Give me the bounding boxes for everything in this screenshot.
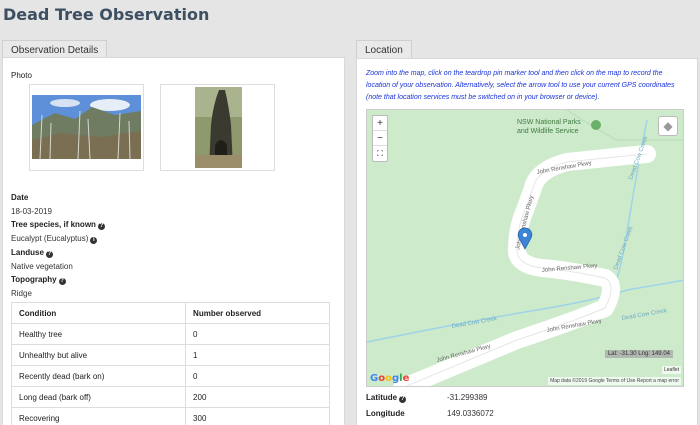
topography-label: Topography? (11, 275, 66, 285)
condition-cell: Recovering (10, 407, 187, 425)
latitude-label: Latitude? (366, 393, 407, 403)
count-cell: 200 (185, 386, 330, 408)
zoom-control: + − ⛶ (372, 115, 388, 162)
table-row: Recovering 300 (10, 407, 330, 425)
location-instructions: Zoom into the map, click on the teardrop… (366, 70, 675, 101)
zoom-in-button[interactable]: + (373, 116, 387, 131)
column-header: Condition (10, 302, 187, 324)
photo-label: Photo (11, 71, 32, 80)
help-icon[interactable]: ? (58, 278, 66, 285)
layers-icon[interactable]: ◆ (658, 116, 678, 136)
leaflet-attribution[interactable]: Leaflet (661, 366, 681, 374)
creek-label: Dead Cow Creek (621, 308, 668, 322)
count-cell: 0 (185, 365, 330, 387)
tree-trunk-photo (161, 85, 274, 170)
longitude-value: 149.0336072 (447, 409, 494, 418)
condition-cell: Healthy tree (10, 323, 187, 345)
tab-location[interactable]: Location (356, 40, 412, 59)
count-cell: 300 (185, 407, 330, 425)
condition-cell: Long dead (bark off) (10, 386, 187, 408)
zoom-out-button[interactable]: − (373, 131, 387, 146)
longitude-label: Longitude (366, 409, 405, 418)
table-row: Recently dead (bark on) 0 (10, 365, 330, 387)
landscape-photo (30, 85, 143, 170)
condition-cell: Recently dead (bark on) (10, 365, 187, 387)
condition-cell: Unhealthy but alive (10, 344, 187, 366)
help-icon[interactable]: ? (399, 396, 407, 403)
observation-table: Condition Number observed Healthy tree 0… (10, 302, 330, 425)
latitude-value: -31.299389 (447, 393, 488, 402)
column-header: Number observed (185, 302, 330, 324)
landuse-label: Landuse? (11, 248, 53, 258)
table-row: Unhealthy but alive 1 (10, 344, 330, 366)
photo-thumbnail-tree[interactable] (160, 84, 275, 171)
creek-label: Dead Cow Creek (451, 316, 498, 330)
location-map[interactable]: John Renshaw Pkwy John Renshaw Pkwy John… (366, 109, 684, 387)
creek-label: Dead Cow Creek (613, 225, 635, 271)
date-value: 18-03-2019 (11, 207, 52, 216)
info-icon[interactable]: i (90, 237, 98, 244)
latlng-readout: Lat: -31.30 Lng: 149.04 (604, 350, 673, 358)
photo-thumbnail-landscape[interactable] (29, 84, 144, 171)
count-cell: 0 (185, 323, 330, 345)
landuse-value: Native vegetation (11, 262, 73, 271)
count-cell: 1 (185, 344, 330, 366)
map-attribution[interactable]: Map data ©2019 Google Terms of Use Repor… (548, 377, 681, 385)
map-canvas: John Renshaw Pkwy John Renshaw Pkwy John… (367, 110, 683, 386)
table-row: Long dead (bark off) 200 (10, 386, 330, 408)
species-label: Tree species, if known? (11, 220, 105, 230)
table-header-row: Condition Number observed (10, 302, 330, 324)
fullscreen-icon[interactable]: ⛶ (373, 146, 387, 161)
species-value: Eucalypt (Eucalyptus) i (11, 234, 98, 244)
table-row: Healthy tree 0 (10, 323, 330, 345)
help-icon[interactable]: ? (45, 251, 53, 258)
park-label: NSW National Parks and Wildlife Service (517, 119, 581, 135)
topography-value: Ridge (11, 289, 32, 298)
page-title: Dead Tree Observation (3, 5, 210, 24)
date-label: Date (11, 193, 29, 202)
help-icon[interactable]: ? (97, 223, 105, 230)
google-logo: Google (370, 373, 410, 384)
